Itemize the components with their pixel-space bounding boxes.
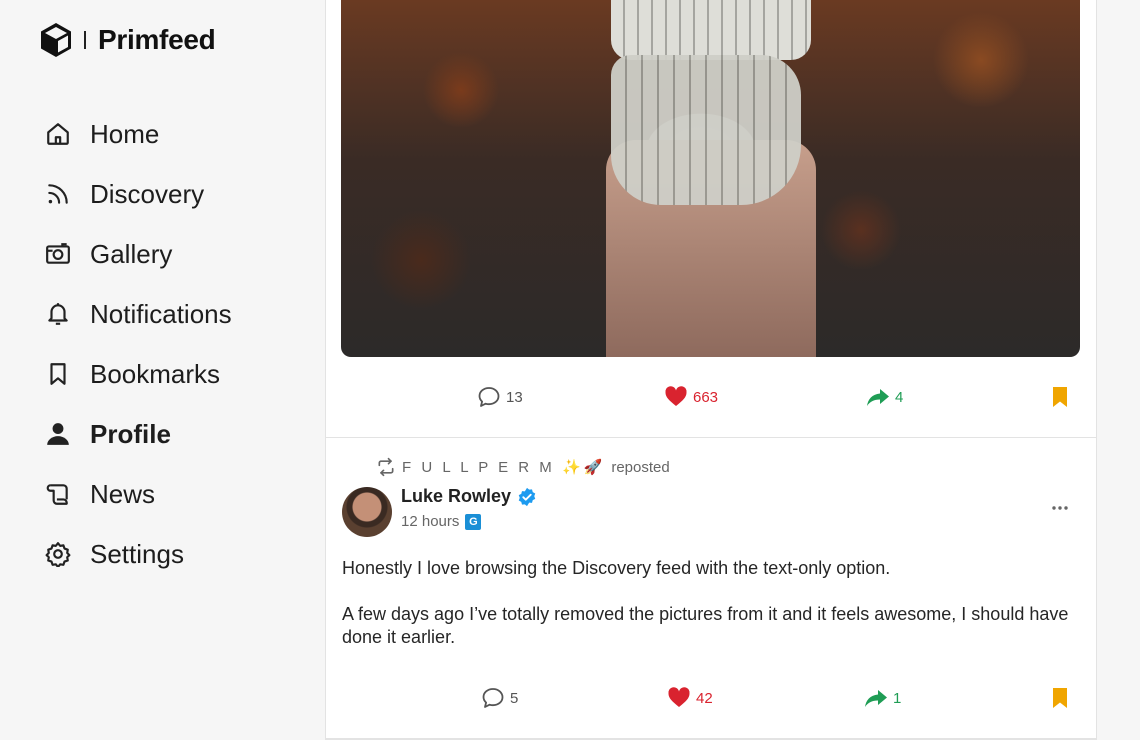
post-time-row: 12 hours G — [401, 513, 482, 530]
gear-icon — [44, 540, 72, 568]
post-paragraph: A few days ago I’ve totally removed the … — [342, 604, 1069, 647]
camera-icon — [44, 240, 72, 268]
bookmark-filled-icon — [1053, 688, 1067, 708]
author-name[interactable]: Luke Rowley — [401, 486, 511, 507]
post-paragraph: Honestly I love browsing the Discovery f… — [342, 558, 891, 578]
nav-label: News — [90, 478, 156, 509]
nav-item-settings[interactable]: Settings — [44, 524, 232, 584]
like-count: 42 — [696, 689, 713, 707]
nav-item-discovery[interactable]: Discovery — [44, 164, 232, 224]
repost-indicator: F U L L P E R M ✨🚀 reposted — [376, 457, 670, 477]
post-divider — [326, 437, 1096, 438]
more-options-button[interactable] — [1049, 497, 1071, 519]
nav-label: Profile — [90, 418, 171, 449]
comment-button[interactable]: 5 — [481, 678, 518, 718]
post-time[interactable]: 12 hours — [401, 513, 459, 530]
verified-badge-icon — [518, 487, 536, 506]
image-detail — [611, 55, 801, 205]
nav-item-profile[interactable]: Profile — [44, 404, 232, 464]
like-count: 663 — [693, 388, 719, 406]
post-image[interactable] — [341, 0, 1080, 357]
share-icon — [867, 389, 889, 406]
post-body: Honestly I love browsing the Discovery f… — [342, 557, 1082, 672]
like-button[interactable]: 663 — [664, 377, 718, 417]
share-button[interactable]: 1 — [864, 678, 901, 718]
author-name-row: Luke Rowley — [401, 486, 537, 507]
logo-divider — [84, 31, 86, 49]
heart-icon — [665, 386, 687, 406]
share-count: 1 — [893, 689, 902, 707]
bookmark-button[interactable] — [1048, 377, 1077, 417]
repost-label: reposted — [611, 458, 670, 476]
brand-logo[interactable]: Primfeed — [40, 22, 216, 58]
nav-item-gallery[interactable]: Gallery — [44, 224, 232, 284]
comment-button[interactable]: 13 — [477, 377, 523, 417]
bookmark-icon — [44, 360, 72, 388]
nav-item-notifications[interactable]: Notifications — [44, 284, 232, 344]
nav-label: Bookmarks — [90, 358, 221, 389]
ellipsis-icon — [1052, 506, 1068, 510]
nav-label: Settings — [90, 538, 184, 569]
bookmark-filled-icon — [1053, 387, 1067, 407]
share-icon — [865, 690, 887, 707]
nav-label: Discovery — [90, 178, 205, 209]
comment-count: 13 — [506, 388, 523, 406]
cube-icon — [41, 23, 71, 57]
post-actions: 5 42 1 — [326, 678, 1096, 718]
home-icon — [44, 120, 72, 148]
share-button[interactable]: 4 — [866, 377, 903, 417]
image-detail — [611, 0, 811, 60]
heart-icon — [668, 687, 690, 707]
bell-icon — [44, 300, 72, 328]
comment-count: 5 — [510, 689, 519, 707]
nav-label: Notifications — [90, 298, 232, 329]
comment-icon — [478, 387, 500, 407]
avatar[interactable] — [342, 487, 392, 537]
nav-label: Home — [90, 118, 160, 149]
user-icon — [44, 420, 72, 448]
nav-item-bookmarks[interactable]: Bookmarks — [44, 344, 232, 404]
post-actions: 13 663 4 — [326, 377, 1096, 417]
like-button[interactable]: 42 — [667, 678, 713, 718]
sidebar: Primfeed Home Discovery Gallery Notifica… — [0, 0, 325, 740]
feed: 13 663 4 F U L L P E R M ✨🚀 reposted Luk… — [325, 0, 1097, 740]
share-count: 4 — [895, 388, 904, 406]
main-nav: Home Discovery Gallery Notifications Boo… — [44, 104, 232, 584]
brand-name: Primfeed — [98, 24, 216, 55]
scroll-icon — [44, 480, 72, 508]
comment-icon — [482, 688, 504, 708]
rss-icon — [44, 180, 72, 208]
repost-user[interactable]: F U L L P E R M ✨🚀 — [402, 458, 605, 476]
nav-label: Gallery — [90, 238, 173, 269]
bookmark-button[interactable] — [1048, 678, 1077, 718]
nav-item-home[interactable]: Home — [44, 104, 232, 164]
repost-icon — [378, 457, 394, 477]
nav-item-news[interactable]: News — [44, 464, 232, 524]
rating-badge: G — [465, 513, 482, 530]
